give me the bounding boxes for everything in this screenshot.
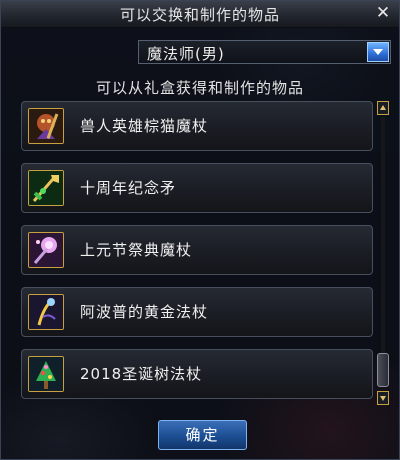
- list-heading: 可以从礼盒获得和制作的物品: [95, 79, 304, 97]
- item-label: 上元节祭典魔杖: [80, 241, 193, 259]
- item-label: 十周年纪念矛: [80, 179, 177, 197]
- title-bar[interactable]: 可以交换和制作的物品 ✕: [1, 1, 399, 28]
- list-item[interactable]: 兽人英雄棕猫魔杖: [21, 101, 373, 151]
- apophis-golden-staff-icon: [28, 294, 64, 330]
- class-select-value: 魔法师(男): [147, 45, 225, 63]
- window-title: 可以交换和制作的物品: [119, 6, 280, 24]
- chevron-down-icon[interactable]: [367, 42, 389, 62]
- close-icon[interactable]: ✕: [373, 3, 393, 23]
- christmas-tree-staff-icon: [28, 356, 64, 392]
- class-select-dropdown[interactable]: 魔法师(男): [138, 40, 391, 64]
- scroll-thumb[interactable]: [377, 353, 389, 387]
- orc-hero-staff-icon: [28, 108, 64, 144]
- scroll-down-icon[interactable]: [377, 391, 389, 405]
- item-label: 2018圣诞树法杖: [80, 365, 203, 383]
- scroll-up-icon[interactable]: [377, 101, 389, 115]
- list-scrollbar[interactable]: [377, 101, 389, 411]
- confirm-button[interactable]: 确定: [158, 420, 247, 450]
- item-label: 兽人英雄棕猫魔杖: [80, 117, 209, 135]
- item-label: 阿波普的黄金法杖: [80, 303, 209, 321]
- list-item[interactable]: 十周年纪念矛: [21, 163, 373, 213]
- item-exchange-window: 可以交换和制作的物品 ✕ 魔法师(男) 可以从礼盒获得和制作的物品 兽人英雄棕猫…: [0, 0, 400, 460]
- list-item[interactable]: 阿波普的黄金法杖: [21, 287, 373, 337]
- item-list: 兽人英雄棕猫魔杖 十周年纪念矛 上元节祭典魔杖 阿波普的黄金法杖 2018圣诞树…: [21, 101, 373, 411]
- list-item[interactable]: 上元节祭典魔杖: [21, 225, 373, 275]
- scroll-track[interactable]: [381, 117, 385, 353]
- anniversary-spear-icon: [28, 170, 64, 206]
- lantern-festival-staff-icon: [28, 232, 64, 268]
- list-item[interactable]: 2018圣诞树法杖: [21, 349, 373, 399]
